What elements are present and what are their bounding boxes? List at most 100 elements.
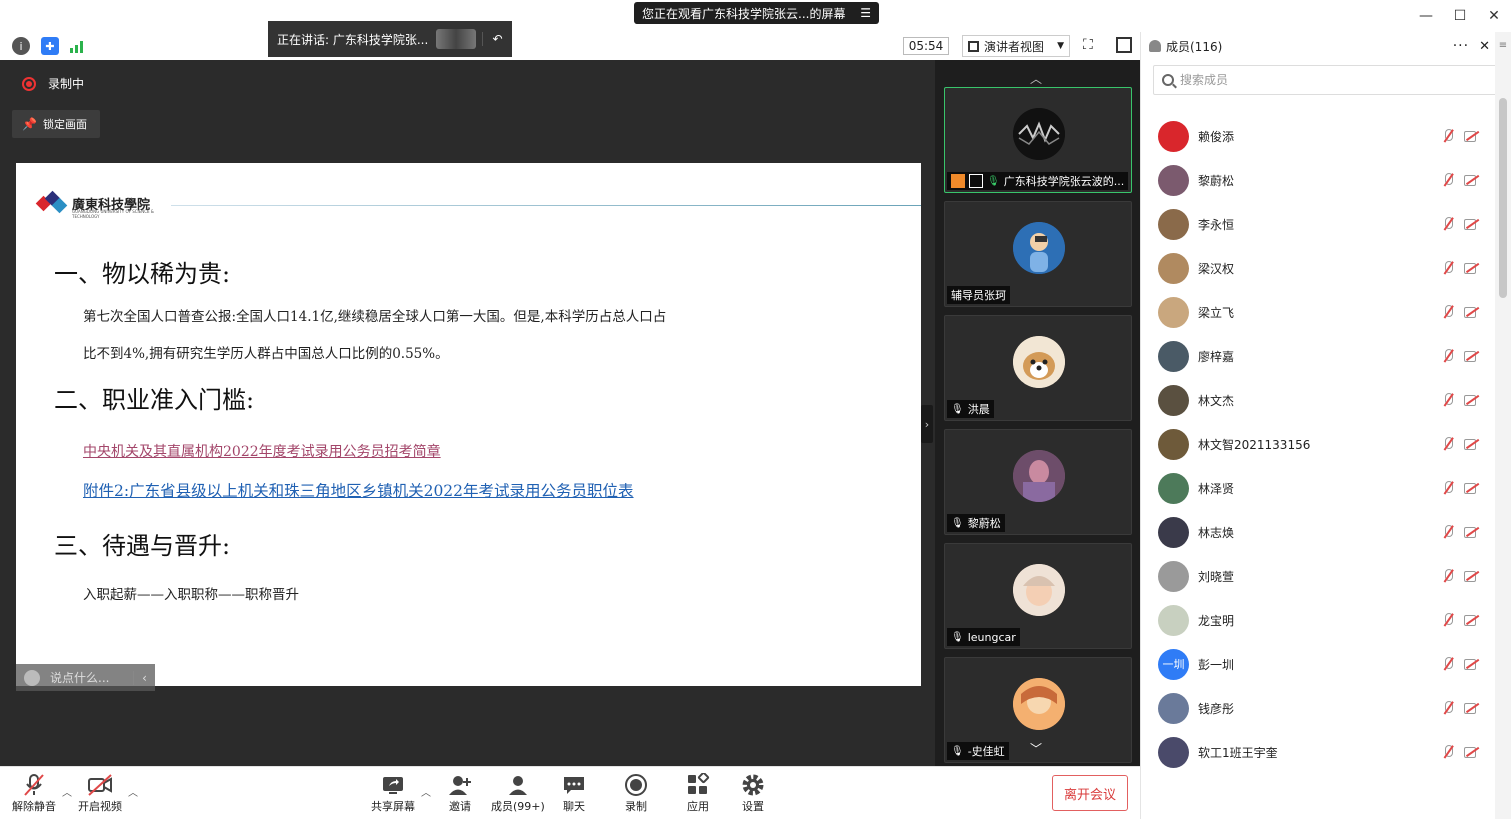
- video-tile[interactable]: 🎙 洪晨: [944, 315, 1132, 421]
- security-shield-icon[interactable]: ✚: [41, 37, 59, 55]
- camera-off-icon[interactable]: [1464, 130, 1480, 142]
- start-video-button[interactable]: 开启视频 ︿: [78, 772, 138, 814]
- camera-off-icon[interactable]: [1464, 482, 1480, 494]
- info-icon[interactable]: i: [12, 37, 30, 55]
- list-item[interactable]: 刘晓萱: [1141, 554, 1496, 598]
- camera-off-icon[interactable]: [1464, 174, 1480, 186]
- mic-muted-icon[interactable]: [1440, 128, 1456, 144]
- mic-muted-icon[interactable]: [1440, 700, 1456, 716]
- camera-off-icon[interactable]: [1464, 438, 1480, 450]
- members-button[interactable]: 成员(99+): [491, 772, 545, 814]
- quick-chat-bar[interactable]: 说点什么... ‹: [16, 664, 155, 691]
- close-panel-icon[interactable]: ✕: [1479, 39, 1490, 54]
- collapse-strip-handle[interactable]: ›: [921, 405, 933, 443]
- emoji-icon[interactable]: [24, 669, 40, 686]
- sidebar-toggle-icon[interactable]: [1116, 37, 1132, 53]
- video-tile[interactable]: 辅导员张珂: [944, 201, 1132, 307]
- camera-off-icon[interactable]: [1464, 306, 1480, 318]
- avatar: [1158, 208, 1189, 240]
- more-options-icon[interactable]: ···: [1453, 38, 1469, 54]
- camera-off-icon[interactable]: [1464, 262, 1480, 274]
- mic-muted-icon[interactable]: [1440, 656, 1456, 672]
- camera-off-icon[interactable]: [1464, 614, 1480, 626]
- network-signal-icon[interactable]: [68, 37, 86, 55]
- list-item[interactable]: 林志焕: [1141, 510, 1496, 554]
- share-screen-button[interactable]: 共享屏幕 ︿: [371, 772, 431, 814]
- camera-off-icon[interactable]: [1464, 526, 1480, 538]
- avatar: [1158, 340, 1189, 372]
- member-search[interactable]: [1153, 65, 1500, 95]
- list-item[interactable]: 黎蔚松: [1141, 158, 1496, 202]
- chevron-up-icon[interactable]: ︿: [62, 784, 72, 799]
- unmute-button[interactable]: 解除静音 ︿: [12, 772, 72, 814]
- minimize-icon[interactable]: —: [1409, 0, 1443, 32]
- member-search-input[interactable]: [1180, 73, 1480, 87]
- chevron-up-icon[interactable]: ︿: [421, 784, 431, 799]
- video-tile[interactable]: 🎙 广东科技学院张云波的...: [944, 87, 1132, 193]
- chevron-down-icon[interactable]: ﹀: [1030, 740, 1042, 757]
- mic-muted-icon[interactable]: [1440, 304, 1456, 320]
- mic-muted-icon[interactable]: [1440, 260, 1456, 276]
- scrollbar-thumb[interactable]: [1499, 98, 1507, 298]
- close-window-icon[interactable]: ✕: [1477, 0, 1511, 32]
- video-tile[interactable]: 🎙 黎蔚松: [944, 429, 1132, 535]
- list-item[interactable]: 梁立飞: [1141, 290, 1496, 334]
- list-item[interactable]: 廖梓嘉: [1141, 334, 1496, 378]
- mic-muted-icon[interactable]: [1440, 172, 1456, 188]
- members-scrollbar[interactable]: [1495, 60, 1511, 819]
- chevron-up-icon[interactable]: ︿: [128, 784, 138, 799]
- mic-muted-icon[interactable]: [1440, 480, 1456, 496]
- recording-indicator[interactable]: 录制中: [22, 75, 84, 92]
- list-item[interactable]: 软工1班王宇奎: [1141, 730, 1496, 774]
- camera-off-icon[interactable]: [1464, 658, 1480, 670]
- mic-muted-icon[interactable]: [1440, 436, 1456, 452]
- camera-off-icon[interactable]: [1464, 394, 1480, 406]
- camera-off-icon[interactable]: [1464, 702, 1480, 714]
- panel-menu-icon[interactable]: ≡: [1495, 32, 1511, 60]
- camera-off-icon[interactable]: [1464, 746, 1480, 758]
- banner-menu-icon[interactable]: ☰: [860, 6, 871, 20]
- slide-link-guangdong-positions[interactable]: 附件2:广东省县级以上机关和珠三角地区乡镇机关2022年考试录用公务员职位表: [83, 479, 634, 501]
- fullscreen-icon[interactable]: ⛶: [1083, 37, 1099, 53]
- apps-button[interactable]: 应用: [686, 772, 710, 814]
- list-item[interactable]: 林文杰: [1141, 378, 1496, 422]
- mic-muted-icon[interactable]: [1440, 568, 1456, 584]
- view-mode-select[interactable]: 演讲者视图 ▼: [962, 35, 1070, 57]
- settings-button[interactable]: 设置: [741, 772, 765, 814]
- list-item[interactable]: 钱彦彤: [1141, 686, 1496, 730]
- camera-off-icon[interactable]: [1464, 218, 1480, 230]
- camera-off-icon[interactable]: [1464, 350, 1480, 362]
- camera-off-icon[interactable]: [1464, 570, 1480, 582]
- video-tile[interactable]: 🎙 leungcar: [944, 543, 1132, 649]
- gear-icon: [741, 772, 765, 798]
- mic-muted-icon[interactable]: [1440, 612, 1456, 628]
- invite-button[interactable]: 邀请: [448, 772, 472, 814]
- viewing-screen-banner[interactable]: 您正在观看广东科技学院张云...的屏幕 ☰: [634, 2, 879, 24]
- back-arrow-icon[interactable]: ↶: [482, 32, 512, 46]
- chat-button[interactable]: 聊天: [562, 772, 586, 814]
- list-item[interactable]: 李永恒: [1141, 202, 1496, 246]
- leave-meeting-button[interactable]: 离开会议: [1052, 775, 1128, 811]
- list-item[interactable]: 一圳 彭一圳: [1141, 642, 1496, 686]
- lock-screen-button[interactable]: 📌 锁定画面: [12, 110, 100, 138]
- list-item[interactable]: 龙宝明: [1141, 598, 1496, 642]
- slide-link-central-exam[interactable]: 中央机关及其直属机构2022年度考试录用公务员招考简章: [83, 441, 441, 461]
- mic-muted-icon[interactable]: [1440, 524, 1456, 540]
- member-name: 林志焕: [1198, 525, 1235, 540]
- list-item[interactable]: 赖俊添: [1141, 114, 1496, 158]
- avatar: [1013, 222, 1065, 274]
- mic-muted-icon[interactable]: [1440, 348, 1456, 364]
- maximize-icon[interactable]: ☐: [1443, 0, 1477, 32]
- members-icon: [506, 772, 530, 798]
- mic-muted-icon[interactable]: [1440, 216, 1456, 232]
- mic-muted-icon[interactable]: [1440, 392, 1456, 408]
- list-item[interactable]: 林泽贤: [1141, 466, 1496, 510]
- record-button[interactable]: 录制: [624, 772, 648, 814]
- list-item[interactable]: 梁汉权: [1141, 246, 1496, 290]
- chat-icon: [562, 772, 586, 798]
- apps-icon: [686, 772, 710, 798]
- mic-muted-icon[interactable]: [1440, 744, 1456, 760]
- chevron-up-icon[interactable]: ︿: [1030, 70, 1042, 87]
- chevron-left-icon[interactable]: ‹: [133, 670, 155, 685]
- list-item[interactable]: 林文智2021133156: [1141, 422, 1496, 466]
